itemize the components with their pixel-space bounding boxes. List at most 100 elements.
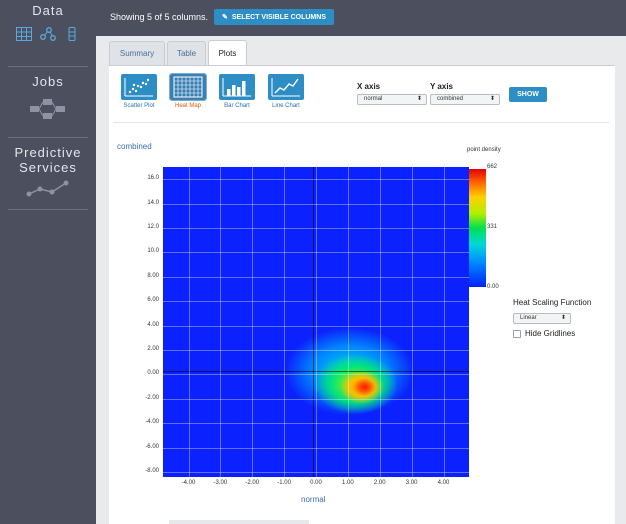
- color-scale-mid-label: 331: [487, 224, 498, 230]
- color-scale-min-label: 0.00: [487, 284, 499, 290]
- line-chart-icon: [271, 78, 300, 97]
- scatter-plot-icon: [124, 78, 153, 97]
- y-axis-select-value: combined: [437, 96, 464, 102]
- y-axis-label: Y axis: [430, 82, 453, 91]
- scatter-plot-label: Scatter Plot: [123, 103, 155, 109]
- vertical-gridline: [220, 167, 222, 477]
- tab-table[interactable]: Table: [167, 41, 206, 65]
- plots-panel: Scatter Plot Heat Map Bar Chart Line Cha…: [109, 65, 615, 524]
- horizontal-gridline: [163, 252, 469, 254]
- horizontal-gridline: [163, 301, 469, 303]
- hide-gridlines-toggle[interactable]: Hide Gridlines: [513, 329, 575, 338]
- vertical-gridline: [284, 167, 286, 477]
- vertical-gridline: [252, 167, 254, 477]
- pencil-icon: ✎: [222, 14, 228, 21]
- y-zero-axis-line: [313, 167, 314, 477]
- y-tick-label: -4.00: [145, 419, 159, 426]
- y-tick-label: 12.0: [147, 224, 159, 231]
- chevron-down-icon: ⬍: [560, 315, 566, 321]
- x-axis-select[interactable]: normal ⬍: [357, 94, 427, 105]
- vertical-gridline: [188, 167, 190, 477]
- select-visible-columns-label: SELECT VISIBLE COLUMNS: [231, 13, 326, 21]
- predictive-trend-icon: [26, 180, 69, 197]
- hide-gridlines-checkbox[interactable]: [513, 329, 521, 338]
- heat-scaling-function-select[interactable]: Linear ⬍: [513, 313, 571, 324]
- y-tick-label: -8.00: [145, 468, 159, 475]
- y-tick-label: 8.00: [147, 272, 159, 279]
- sidebar-jobs-label: Jobs: [32, 74, 64, 89]
- color-legend-title: point density: [467, 147, 501, 153]
- horizontal-gridline: [163, 472, 469, 474]
- y-tick-label: 4.00: [147, 321, 159, 328]
- y-tick-label: 0.00: [147, 370, 159, 377]
- x-tick-label: -3.00: [213, 480, 228, 486]
- y-tick-label: -6.00: [145, 443, 159, 450]
- columns-count-text: Showing 5 of 5 columns.: [110, 12, 209, 22]
- y-tick-label: 16.0: [147, 175, 159, 182]
- horizontal-gridline: [163, 325, 469, 327]
- sidebar-section-predictive[interactable]: Predictive Services: [0, 145, 96, 203]
- sidebar: Data Jobs Predictive Services: [0, 0, 96, 524]
- sidebar-section-data[interactable]: Data: [0, 3, 96, 41]
- vertical-gridline: [443, 167, 445, 477]
- horizontal-gridline: [163, 447, 469, 449]
- x-tick-label: 4.00: [437, 480, 450, 486]
- heat-map-plot-area: [163, 167, 469, 477]
- heat-scaling-function-value: Linear: [520, 315, 537, 321]
- vertical-gridline: [316, 167, 317, 477]
- vertical-gridline: [379, 167, 381, 477]
- select-visible-columns-button[interactable]: ✎ SELECT VISIBLE COLUMNS: [214, 9, 334, 25]
- x-axis-select-value: normal: [364, 96, 383, 102]
- table-icon[interactable]: [16, 27, 32, 41]
- y-tick-label: 10.0: [147, 248, 159, 255]
- top-bar: Showing 5 of 5 columns. ✎ SELECT VISIBLE…: [96, 0, 626, 36]
- x-tick-label: 1.00: [342, 480, 354, 486]
- color-scale-max-label: 662: [487, 164, 498, 170]
- heat-map-icon: [173, 76, 203, 98]
- x-tick-label: 3.00: [405, 480, 418, 486]
- y-tick-label: -2.00: [145, 394, 159, 401]
- vertical-gridline: [347, 167, 349, 477]
- y-axis-select[interactable]: combined ⬍: [430, 94, 500, 105]
- y-tick-label: 6.00: [147, 297, 159, 304]
- horizontal-gridline: [163, 374, 469, 376]
- line-chart-button[interactable]: Line Chart: [266, 74, 306, 109]
- scatter-plot-button[interactable]: Scatter Plot: [119, 74, 159, 109]
- horizontal-gridline: [163, 228, 469, 230]
- chart-x-axis-title: normal: [301, 495, 326, 504]
- horizontal-gridline: [163, 423, 469, 425]
- sidebar-section-jobs[interactable]: Jobs: [0, 74, 96, 126]
- sidebar-divider: [8, 137, 88, 138]
- bar-chart-button[interactable]: Bar Chart: [217, 74, 257, 109]
- bar-chart-label: Bar Chart: [224, 103, 250, 109]
- tab-plots[interactable]: Plots: [208, 40, 247, 66]
- database-icon[interactable]: [64, 27, 80, 41]
- scroll-strip: [169, 520, 309, 524]
- main-content: Summary Table Plots Scatter Plot Heat Ma…: [109, 36, 615, 524]
- show-button[interactable]: SHOW: [509, 87, 547, 102]
- chart-y-axis-title: combined: [117, 142, 152, 151]
- horizontal-gridline: [163, 398, 469, 400]
- x-tick-label: -1.00: [277, 480, 291, 486]
- sidebar-predictive-label-1: Predictive: [14, 145, 82, 160]
- heat-map-label: Heat Map: [174, 103, 201, 109]
- chevron-down-icon: ⬍: [416, 96, 422, 102]
- horizontal-gridline: [163, 350, 469, 352]
- sidebar-predictive-label-2: Services: [19, 160, 77, 175]
- x-axis-label: X axis: [357, 82, 381, 91]
- x-tick-label: -4.00: [181, 480, 196, 486]
- horizontal-gridline: [163, 276, 469, 278]
- bar-chart-icon: [222, 78, 251, 97]
- heat-scaling-function-label: Heat Scaling Function: [513, 298, 592, 307]
- heat-map-button[interactable]: Heat Map: [168, 73, 208, 109]
- vertical-gridline: [411, 167, 413, 477]
- x-tick-label: 2.00: [373, 480, 386, 486]
- x-tick-label: -2.00: [245, 480, 260, 486]
- graph-icon[interactable]: [40, 27, 56, 41]
- jobs-workflow-icon: [30, 99, 65, 119]
- y-tick-label: 14.0: [147, 199, 159, 206]
- horizontal-gridline: [163, 203, 469, 205]
- tab-summary[interactable]: Summary: [109, 41, 165, 65]
- horizontal-gridline: [163, 179, 469, 181]
- chevron-down-icon: ⬍: [489, 96, 495, 102]
